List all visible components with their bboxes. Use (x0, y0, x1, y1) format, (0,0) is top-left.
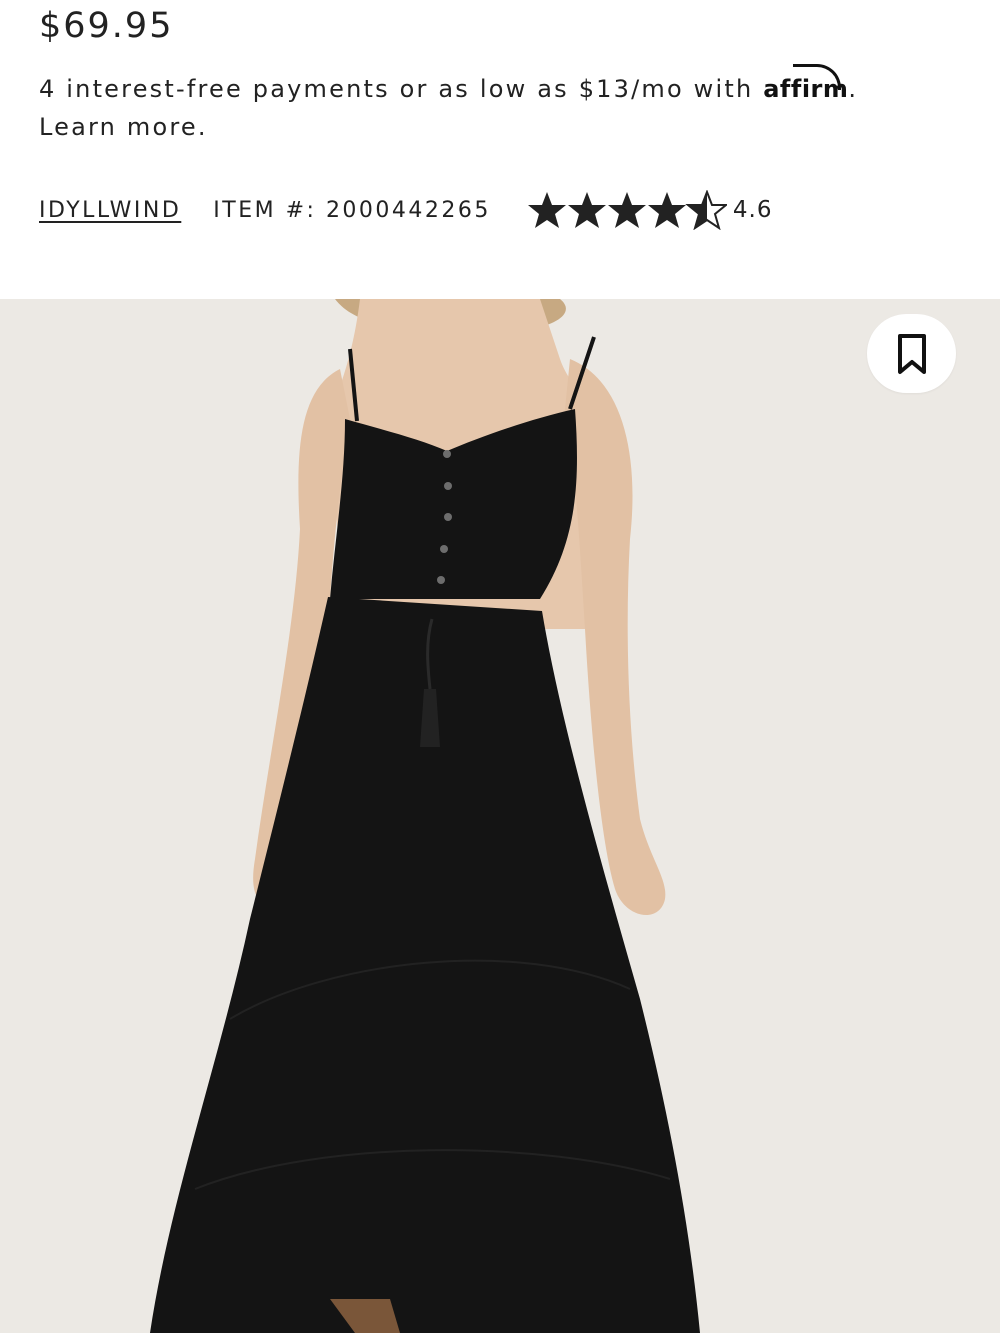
rating-stars[interactable]: 4.6 (527, 190, 773, 230)
star-full-icon (527, 192, 566, 228)
product-photo (0, 299, 1000, 1333)
star-full-icon (647, 192, 686, 228)
product-price: $69.95 (39, 6, 174, 46)
product-image[interactable] (0, 299, 1000, 1333)
rating-value: 4.6 (732, 197, 773, 223)
affirm-logo[interactable]: affirm (763, 64, 848, 108)
financing-message: 4 interest-free payments or as low as $1… (39, 64, 939, 146)
bookmark-icon (897, 333, 926, 374)
star-full-icon (607, 192, 646, 228)
financing-text: 4 interest-free payments or as low as $1… (39, 75, 764, 103)
learn-more-link[interactable]: Learn more. (39, 113, 208, 141)
item-number: ITEM #: 2000442265 (213, 197, 491, 223)
financing-period: . (848, 75, 859, 103)
star-full-icon (567, 192, 606, 228)
save-bookmark-button[interactable] (867, 314, 956, 393)
product-meta-row: IDYLLWIND ITEM #: 2000442265 4.6 (39, 188, 773, 232)
brand-link[interactable]: IDYLLWIND (39, 198, 181, 223)
affirm-arc-icon (793, 64, 842, 90)
product-page: $69.95 4 interest-free payments or as lo… (0, 0, 1000, 1333)
star-half-icon (685, 190, 727, 230)
stars-graphic (527, 190, 727, 230)
